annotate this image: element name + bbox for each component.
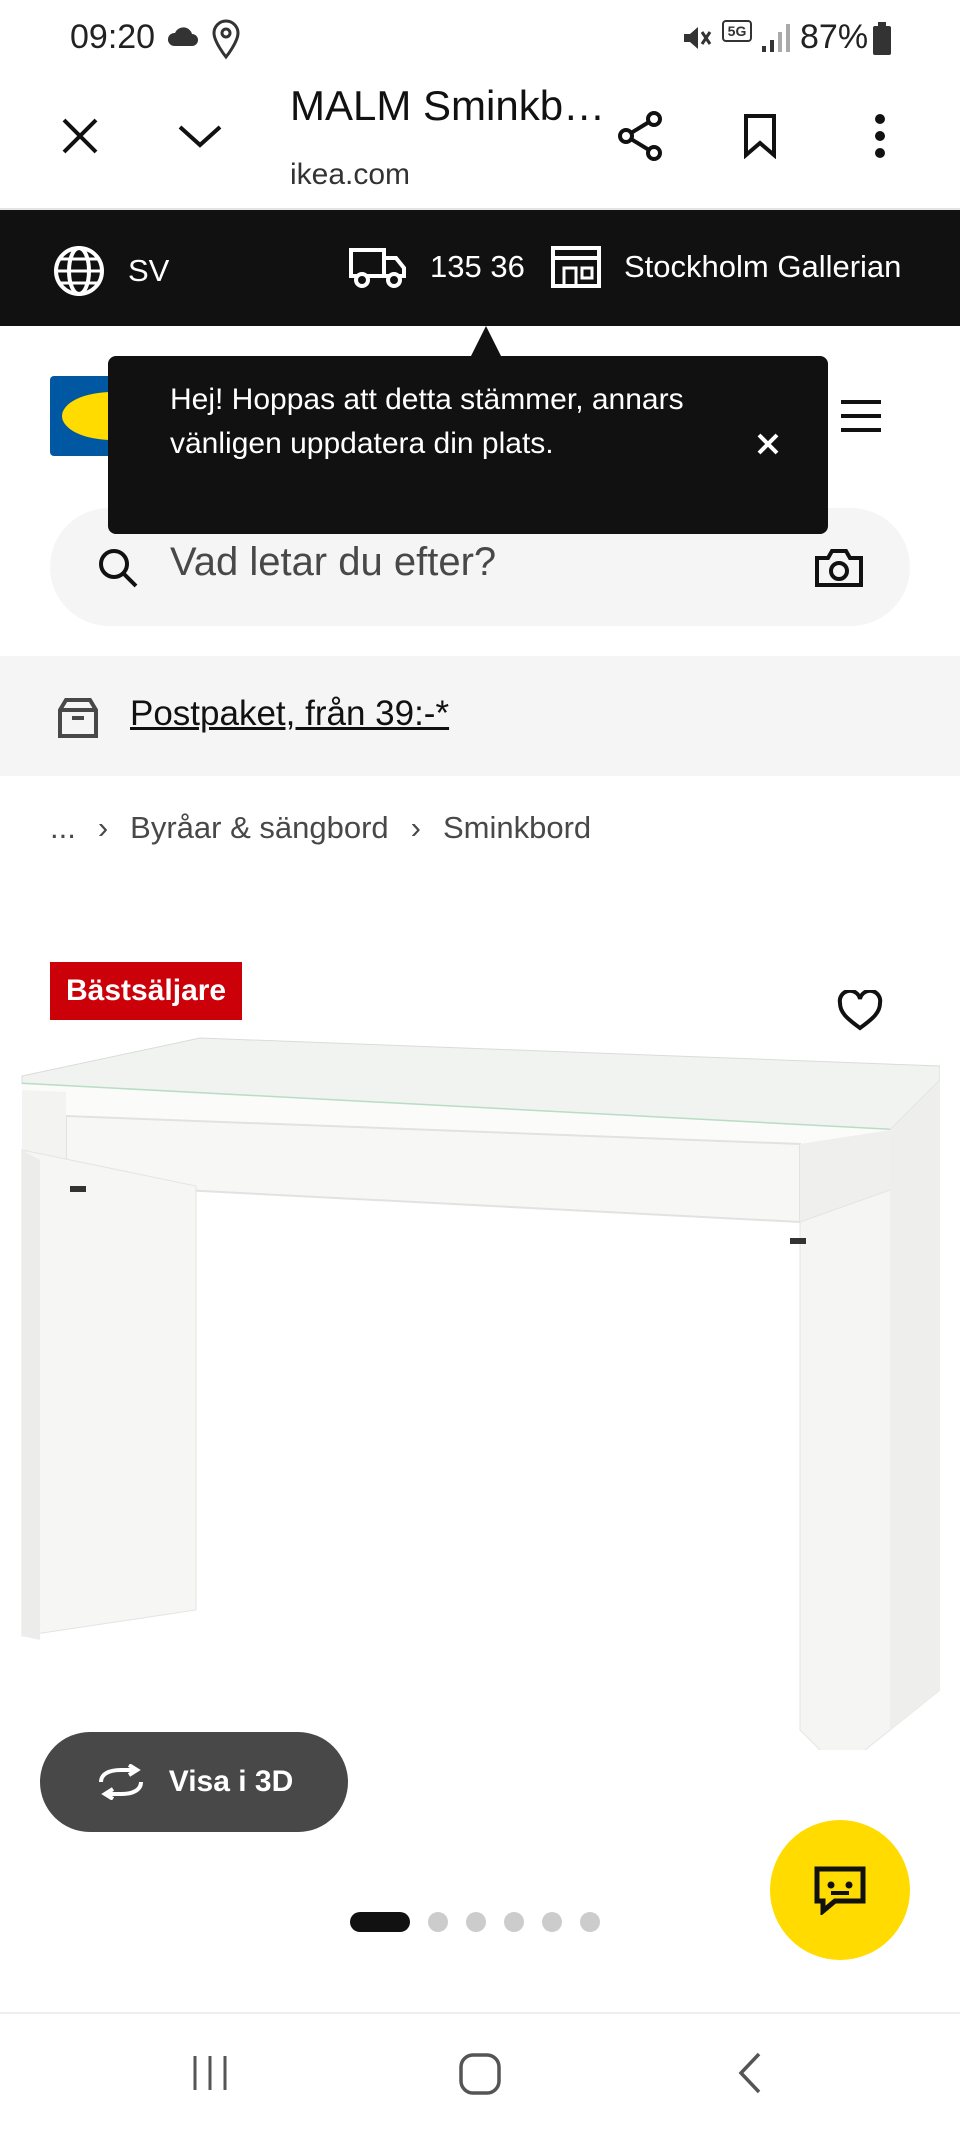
more-vertical-icon: [875, 114, 885, 158]
close-tab-button[interactable]: [50, 106, 110, 166]
bookmark-icon: [744, 114, 776, 159]
minimize-button[interactable]: [170, 106, 230, 166]
recent-apps-icon: [193, 2056, 227, 2090]
postcode-label: 135 36: [430, 249, 525, 284]
chevron-right-icon: ›: [97, 810, 109, 845]
more-options-button[interactable]: [850, 106, 910, 166]
rotate-3d-icon: [98, 1764, 143, 1800]
share-button[interactable]: [610, 106, 670, 166]
tooltip-close-button[interactable]: [748, 424, 788, 464]
recent-apps-button[interactable]: [180, 2048, 240, 2098]
store-label: Stockholm Gallerian: [624, 249, 902, 284]
cloud-icon: [166, 22, 200, 57]
globe-icon: [54, 246, 104, 296]
ikea-logo[interactable]: [50, 376, 112, 456]
page-title: MALM Sminkbord: [290, 82, 620, 129]
carousel-dot[interactable]: [504, 1912, 524, 1932]
breadcrumb-ellipsis[interactable]: ...: [50, 810, 76, 846]
chevron-right-icon: ›: [410, 810, 421, 845]
close-icon: [757, 433, 779, 455]
signal-icon: [760, 22, 790, 59]
breadcrumb: ... › Byråar & sängbord › Sminkbord: [50, 810, 591, 846]
location-pin-icon: [210, 18, 242, 65]
hamburger-menu-icon: [841, 400, 881, 432]
bookmark-button[interactable]: [730, 106, 790, 166]
promo-link[interactable]: Postpaket, från 39:-*: [130, 694, 449, 734]
bestseller-badge: Bästsäljare: [50, 962, 243, 1020]
store-icon: [551, 246, 601, 288]
store-selector[interactable]: Stockholm Gallerian: [550, 244, 901, 290]
chevron-down-icon: [178, 125, 222, 148]
status-time: 09:20: [70, 18, 156, 56]
page-domain: ikea.com: [290, 158, 411, 191]
battery-icon: [872, 22, 892, 61]
battery-percent: 87%: [800, 18, 869, 56]
back-button[interactable]: [720, 2048, 780, 2098]
search-icon: [96, 546, 140, 595]
favorite-button[interactable]: [832, 986, 888, 1036]
breadcrumb-item[interactable]: Byråar & sängbord: [130, 810, 388, 846]
chat-button[interactable]: [770, 1820, 910, 1960]
share-icon: [618, 111, 662, 161]
tooltip-text: Hej! Hoppas att detta stämmer, annars vä…: [170, 383, 684, 460]
carousel-indicator: [350, 1912, 600, 1932]
product-image[interactable]: [20, 1030, 941, 1771]
back-icon: [738, 2052, 761, 2094]
camera-icon: [815, 549, 863, 587]
tooltip-arrow: [470, 326, 502, 358]
delivery-truck-icon: [349, 248, 406, 288]
home-button[interactable]: [450, 2046, 510, 2102]
view-3d-button[interactable]: Visa i 3D: [40, 1732, 348, 1832]
home-icon: [459, 2053, 501, 2095]
mute-icon: [680, 22, 712, 59]
close-icon: [62, 118, 98, 154]
carousel-dot-active[interactable]: [350, 1912, 410, 1932]
menu-button[interactable]: [836, 396, 886, 436]
package-icon: [56, 696, 100, 745]
language-label: SV: [128, 253, 170, 288]
camera-search-button[interactable]: [814, 548, 864, 593]
view-3d-label: Visa i 3D: [168, 1765, 294, 1798]
location-bar: SV 135 36 Stockholm Gallerian: [0, 210, 960, 326]
chat-icon: [814, 1866, 866, 1915]
carousel-dot[interactable]: [428, 1912, 448, 1932]
language-selector[interactable]: SV: [52, 244, 169, 298]
carousel-dot[interactable]: [466, 1912, 486, 1932]
breadcrumb-item[interactable]: Sminkbord: [443, 810, 591, 846]
heart-icon: [837, 990, 883, 1031]
delivery-postcode[interactable]: 135 36: [348, 244, 525, 290]
carousel-dot[interactable]: [542, 1912, 562, 1932]
network-type-badge: 5G: [722, 20, 752, 42]
search-input[interactable]: Vad letar du efter?: [170, 540, 496, 585]
carousel-dot[interactable]: [580, 1912, 600, 1932]
dressing-table-illustration: [21, 1031, 941, 1771]
